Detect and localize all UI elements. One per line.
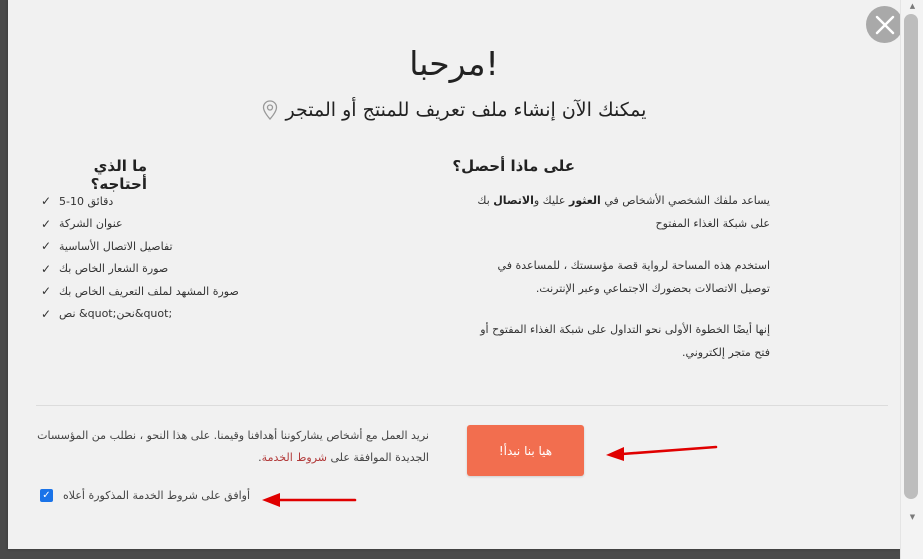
check-icon: ✓ <box>41 194 52 209</box>
annotation-arrow-checkbox <box>262 493 357 507</box>
terms-link[interactable]: شروط الخدمة <box>262 451 327 464</box>
check-icon: ✓ <box>41 306 52 321</box>
welcome-modal: !مرحبا يمكنك الآن إنشاء ملف تعريف للمنتج… <box>8 0 903 549</box>
check-icon: ✓ <box>41 284 52 299</box>
needs-title: ما الذي أحتاجه؟ <box>90 157 147 193</box>
agree-label: أوافق على شروط الخدمة المذكورة أعلاه <box>63 489 251 502</box>
list-item: ✓ عنوان الشركة <box>41 216 123 231</box>
check-icon: ✓ <box>41 239 52 254</box>
close-icon <box>875 15 894 34</box>
list-item: ✓ تفاصيل الاتصال الأساسية <box>41 239 173 254</box>
annotation-arrow-button <box>606 445 718 461</box>
terms-text: نريد العمل مع أشخاص يشاركوننا أهدافنا وق… <box>37 429 429 464</box>
check-icon: ✓ <box>41 216 52 231</box>
subtitle-text: يمكنك الآن إنشاء ملف تعريف للمنتج أو الم… <box>285 99 647 121</box>
benefits-paragraph-3: إنها أيضًا الخطوة الأولى نحو التداول على… <box>480 323 770 359</box>
scrollbar[interactable]: ▲ ▼ <box>900 0 923 559</box>
needs-list: ✓ دقائق 10-5 ✓ عنوان الشركة ✓ تفاصيل الاتصا… <box>41 190 261 325</box>
map-pin-icon <box>262 100 277 120</box>
divider <box>36 405 888 406</box>
agree-row: ✓ أوافق على شروط الخدمة المذكورة أعلاه <box>40 489 250 502</box>
agree-checkbox[interactable]: ✓ <box>40 489 53 502</box>
benefits-title: على ماذا أحصل؟ <box>452 157 575 175</box>
modal-title: !مرحبا <box>409 44 499 83</box>
scroll-thumb[interactable] <box>904 14 918 499</box>
scroll-up-icon[interactable]: ▲ <box>901 2 923 10</box>
check-icon: ✓ <box>41 261 52 276</box>
list-item: ✓ صورة المشهد لملف التعريف الخاص بك <box>41 284 239 299</box>
list-item: ✓ نص &quot;نحن&quot; <box>41 306 173 321</box>
list-item: ✓ دقائق 10-5 <box>41 194 114 209</box>
modal-subtitle: يمكنك الآن إنشاء ملف تعريف للمنتج أو الم… <box>8 99 900 121</box>
scroll-down-icon[interactable]: ▼ <box>901 513 923 521</box>
benefits-paragraph-1: يساعد ملفك الشخصي الأشخاص في العثور عليك… <box>477 194 770 230</box>
list-item: ✓ صورة الشعار الخاص بك <box>41 261 169 276</box>
benefits-paragraph-2: استخدم هذه المساحة لرواية قصة مؤسستك ، ل… <box>497 259 770 295</box>
close-button[interactable] <box>866 6 903 43</box>
get-started-button[interactable]: !هيا بنا نبدأ <box>467 425 584 476</box>
